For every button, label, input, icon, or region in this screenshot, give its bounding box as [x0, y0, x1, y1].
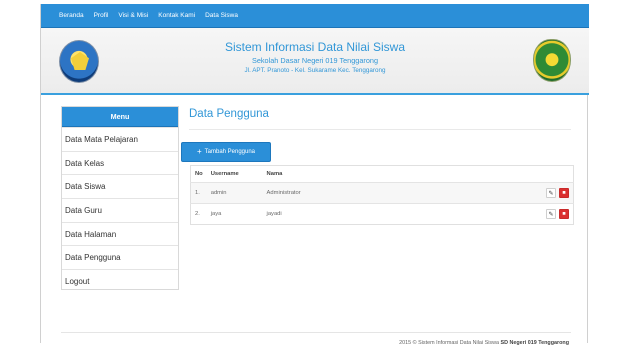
column-header-name: Nama	[266, 171, 283, 177]
top-navigation: Beranda Profil Visi & Misi Kontak Kami D…	[41, 4, 589, 28]
action-buttons: ✎ ■	[505, 188, 569, 198]
footer-divider	[61, 332, 571, 333]
sidebar-item-data-siswa[interactable]: Data Siswa	[62, 174, 178, 198]
add-user-button[interactable]: + Tambah Pengguna	[181, 142, 271, 162]
pencil-icon[interactable]: ✎	[546, 209, 556, 219]
nav-item-kontak-kami[interactable]: Kontak Kami	[158, 12, 195, 19]
user-table: No Username Nama 1. admin Administrator …	[190, 165, 574, 225]
sidebar-item-data-mata-pelajaran[interactable]: Data Mata Pelajaran	[62, 127, 178, 151]
sidebar-item-data-kelas[interactable]: Data Kelas	[62, 150, 178, 175]
row-actions: ✎ ■	[500, 203, 574, 225]
trash-icon[interactable]: ■	[559, 188, 569, 198]
column-header-username: Username	[210, 171, 239, 177]
sidebar-item-data-pengguna[interactable]: Data Pengguna	[62, 245, 178, 269]
nav-item-beranda[interactable]: Beranda	[59, 12, 84, 19]
logo-emblem-icon	[71, 52, 89, 70]
sidebar-menu: Menu Data Mata Pelajaran Data Kelas Data…	[61, 106, 179, 290]
footer-copyright: 2015 © Sistem Informasi Data Nilai Siswa	[399, 340, 499, 346]
system-title: Sistem Informasi Data Nilai Siswa	[224, 40, 406, 54]
table-row: 1. admin Administrator ✎ ■	[190, 182, 574, 204]
sidebar-heading: Menu	[62, 107, 178, 127]
table-header-row: No Username Nama	[191, 166, 574, 183]
nav-item-visi-misi[interactable]: Visi & Misi	[118, 12, 148, 19]
footer-school: SD Negeri 019 Tenggarong	[500, 340, 570, 346]
sidebar-item-data-guru[interactable]: Data Guru	[62, 198, 178, 222]
site-header: Sistem Informasi Data Nilai Siswa Sekola…	[41, 28, 589, 95]
app-frame: Beranda Profil Visi & Misi Kontak Kami D…	[40, 4, 589, 346]
row-actions: ✎ ■	[500, 182, 574, 204]
row-username: admin	[206, 182, 263, 204]
nav-item-profil[interactable]: Profil	[94, 12, 109, 19]
sidebar-item-logout[interactable]: Logout	[62, 269, 178, 293]
pencil-icon[interactable]: ✎	[546, 188, 556, 198]
column-header-actions	[501, 166, 574, 183]
column-header-no: No	[195, 171, 203, 177]
regency-emblem-logo	[533, 39, 571, 82]
title-divider	[189, 129, 571, 130]
footer-text: 2015 © Sistem Informasi Data Nilai Siswa…	[399, 340, 569, 346]
tut-wuri-handayani-logo	[59, 40, 99, 83]
action-buttons: ✎ ■	[505, 209, 569, 219]
nav-item-data-siswa[interactable]: Data Siswa	[205, 12, 238, 19]
add-user-label: Tambah Pengguna	[204, 149, 256, 155]
school-address: Jl. APT. Pranoto - Kel. Sukarame Kec. Te…	[244, 67, 386, 74]
page-title: Data Pengguna	[189, 108, 269, 120]
row-number: 2.	[190, 203, 207, 225]
school-name: Sekolah Dasar Negeri 019 Tenggarong	[251, 56, 379, 65]
plus-icon: +	[196, 147, 202, 156]
row-number: 1.	[190, 182, 207, 204]
row-name: Administrator	[262, 182, 501, 204]
row-name: jayadi	[262, 203, 501, 225]
table-row: 2. jaya jayadi ✎ ■	[190, 203, 574, 225]
sidebar-item-data-halaman[interactable]: Data Halaman	[62, 221, 178, 246]
trash-icon[interactable]: ■	[559, 209, 569, 219]
row-username: jaya	[206, 203, 263, 225]
header-title-block: Sistem Informasi Data Nilai Siswa Sekola…	[151, 40, 479, 76]
